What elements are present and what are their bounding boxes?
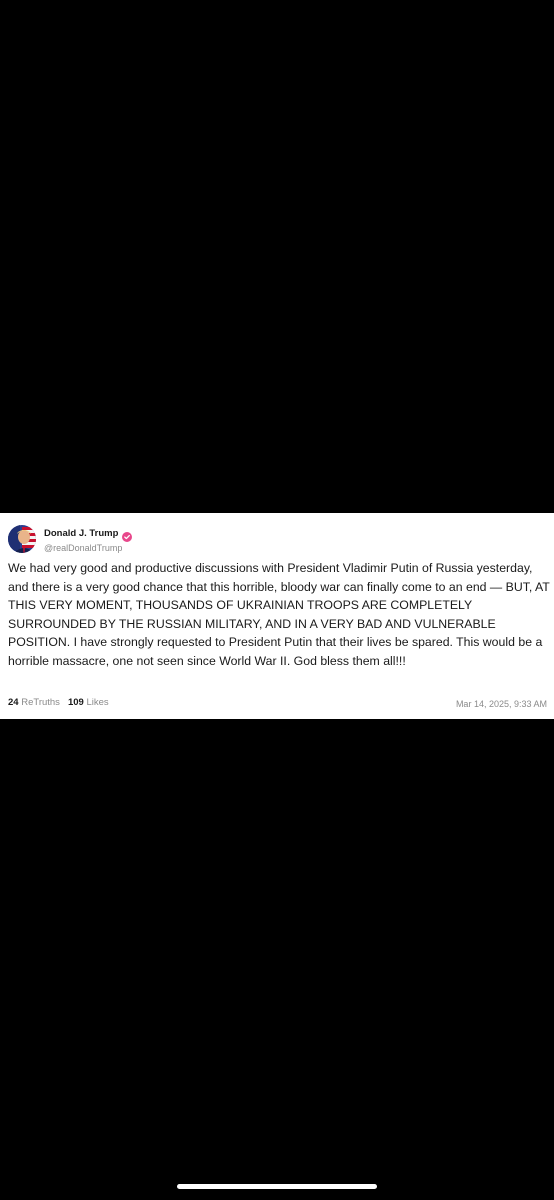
- author-display-name[interactable]: Donald J. Trump: [44, 528, 118, 540]
- likes-count: 109: [67, 697, 84, 708]
- likes-label: Likes: [86, 697, 109, 708]
- retruths-stat[interactable]: 24 ReTruths: [8, 697, 60, 709]
- author-name-row: Donald J. Trump: [44, 528, 133, 542]
- post-text: We had very good and productive discussi…: [8, 561, 550, 668]
- author-handle[interactable]: @realDonaldTrump: [44, 542, 122, 554]
- post-stats: 24 ReTruths 109 Likes: [8, 697, 109, 709]
- verified-badge-icon: [122, 529, 133, 542]
- retruths-count: 24: [8, 697, 19, 708]
- post-timestamp[interactable]: Mar 14, 2025, 9:33 AM: [456, 698, 547, 710]
- home-indicator[interactable]: [177, 1184, 377, 1189]
- likes-stat[interactable]: 109 Likes: [68, 697, 109, 709]
- post-card: Donald J. Trump @realDonaldTrump We had …: [0, 513, 554, 719]
- avatar[interactable]: [8, 525, 36, 553]
- retruths-label: ReTruths: [21, 697, 60, 708]
